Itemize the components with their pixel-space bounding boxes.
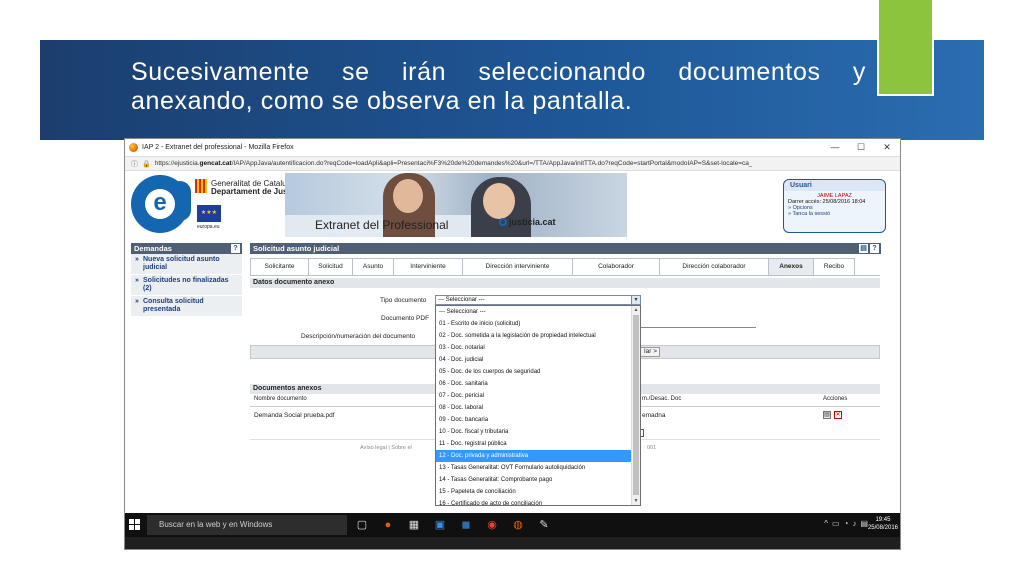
scroll-down-icon[interactable]: ▼ [632, 498, 640, 504]
sidebar-item-nueva-solicitud[interactable]: Nueva solicitud asunto judicial [131, 254, 242, 275]
dropdown-option[interactable]: 12 - Doc. privada y administrativa [436, 450, 632, 462]
section-datos-documento: Datos documento anexo [250, 278, 880, 288]
tab-direccion-interviniente[interactable]: Dirección interviniente [462, 258, 573, 275]
footer-links[interactable]: Avíso legal | Sobre el [360, 445, 412, 451]
taskbar-clock[interactable]: 19:45 25/08/2016 [868, 516, 898, 532]
dropdown-option[interactable]: 11 - Doc. registral pública [436, 438, 632, 450]
main-title: Solicitud asunto judicial ▤? [250, 243, 881, 254]
tab-direccion-colaborador[interactable]: Dirección colaborador [659, 258, 769, 275]
column-header-nombre: Nombre documento [254, 396, 307, 402]
dropdown-option[interactable]: 14 - Tasas Generalitat: Comprobante pago [436, 474, 632, 486]
eu-flag-icon: ★★★ [197, 205, 221, 222]
descripcion-input[interactable] [640, 327, 756, 328]
paint-icon[interactable]: ✎ [537, 518, 551, 532]
logout-link[interactable]: » Tanca la sessió [784, 211, 885, 217]
catalonia-flag-icon [195, 179, 207, 193]
eu-label: europa.eu [197, 224, 220, 230]
scroll-up-icon[interactable]: ▲ [632, 307, 640, 313]
column-header-acciones: Acciones [823, 396, 848, 402]
browser-window: IAP 2 - Extranet del professional - Mozi… [124, 138, 901, 550]
row-nombre: Demanda Social prueba.pdf [254, 412, 335, 419]
mail-icon[interactable]: ▣ [433, 518, 447, 532]
window-title: IAP 2 - Extranet del professional - Mozi… [142, 144, 294, 151]
windows-start-button[interactable] [129, 519, 141, 531]
tab-solicitante[interactable]: Solicitante [250, 258, 309, 275]
green-accent-bar [877, 0, 934, 96]
chrome-icon[interactable]: ◉ [485, 518, 499, 532]
footer-code: 001 [647, 445, 657, 451]
taskbar-search[interactable]: Buscar en la web y en Windows [147, 515, 347, 535]
main-panel: Solicitud asunto judicial ▤? Solicitante… [250, 243, 881, 451]
firefox-active-icon[interactable]: ◍ [511, 518, 525, 532]
dropdown-scrollbar[interactable]: ▲ ▼ [631, 306, 640, 505]
tab-recibo[interactable]: Recibo [813, 258, 855, 275]
tipo-documento-label: Tipo documento [380, 297, 427, 304]
dropdown-option[interactable]: 03 - Doc. notarial [436, 342, 632, 354]
dropdown-option[interactable]: 15 - Papeleta de conciliación [436, 486, 632, 498]
hero-text: Extranet del Professional [315, 218, 449, 232]
dropdown-option[interactable]: 06 - Doc. sanitaria [436, 378, 632, 390]
sidebar-item-consulta-solicitud[interactable]: Consulta solicitud presentada [131, 296, 242, 317]
maximize-button[interactable]: ☐ [848, 142, 874, 153]
user-box: Usuari JAIME LAPAZ Darrer accés: 25/08/2… [783, 179, 886, 233]
url-text[interactable]: https://ejusticia.gencat.cat/IAP/AppJava… [155, 160, 753, 167]
tipo-documento-select[interactable]: --- Seleccionar --- ▾ [435, 295, 641, 305]
task-view-icon[interactable]: ▢ [355, 518, 369, 532]
row-desc: emadna [642, 412, 666, 419]
descripcion-label: Descripción/numeración del documento [301, 333, 416, 340]
dropdown-option[interactable]: 04 - Doc. judicial [436, 354, 632, 366]
delete-icon[interactable]: ✕ [834, 411, 842, 419]
logo-nine-shape [169, 181, 191, 221]
dropdown-option[interactable]: 07 - Doc. pericial [436, 390, 632, 402]
tab-colaborador[interactable]: Colaborador [572, 258, 660, 275]
minimize-button[interactable]: — [822, 142, 848, 153]
dropdown-option[interactable]: 01 - Escrito de inicio (solicitud) [436, 318, 632, 330]
info-icon[interactable]: ⓘ [131, 159, 138, 169]
close-button[interactable]: ✕ [874, 142, 900, 153]
sidebar-title: Demandas? [131, 243, 242, 254]
store-icon[interactable]: ▦ [407, 518, 421, 532]
tab-asunto[interactable]: Asunto [352, 258, 394, 275]
slide-title: Sucesivamente se irán seleccionando docu… [131, 58, 866, 115]
dropdown-option[interactable]: 05 - Doc. de los cuerpos de seguridad [436, 366, 632, 378]
url-bar[interactable]: ⓘ 🔒 https://ejusticia.gencat.cat/IAP/App… [125, 156, 900, 171]
chevron-down-icon[interactable]: ▾ [631, 296, 640, 304]
tab-bar: Solicitante Solicitud Asunto Intervinien… [250, 258, 855, 275]
view-icon[interactable]: ▤ [823, 411, 831, 419]
justicia-logo: justicia.cat [499, 217, 556, 227]
dropdown-option[interactable]: 13 - Tasas Generalitat: OVT Formulario a… [436, 462, 632, 474]
outlook-icon[interactable]: ◼ [459, 518, 473, 532]
tab-anexos[interactable]: Anexos [768, 258, 814, 275]
firefox-taskbar-icon[interactable]: ● [381, 518, 395, 532]
firefox-icon [129, 143, 138, 152]
user-box-title: Usuari [784, 180, 885, 191]
tab-solicitud[interactable]: Solicitud [308, 258, 353, 275]
column-header-desc: m./Desac. Doc [642, 396, 682, 402]
windows-taskbar: Buscar en la web y en Windows ▢ ● ▦ ▣ ◼ … [125, 513, 900, 549]
print-icon[interactable]: ▤ [859, 244, 868, 253]
slide: Sucesivamente se irán seleccionando docu… [0, 0, 1024, 576]
window-titlebar: IAP 2 - Extranet del professional - Mozi… [125, 139, 900, 156]
lock-icon[interactable]: 🔒 [142, 160, 151, 168]
documento-pdf-label: Documento PDF [381, 315, 430, 322]
sidebar: Demandas? Nueva solicitud asunto judicia… [131, 243, 242, 317]
dropdown-option[interactable]: 09 - Doc. bancaria [436, 414, 632, 426]
dropdown-option[interactable]: 16 - Certificado de acto de conciliación [436, 498, 632, 505]
help-icon[interactable]: ? [870, 244, 879, 253]
help-icon[interactable]: ? [231, 244, 240, 253]
sidebar-item-solicitudes-no-finalizadas[interactable]: Solicitudes no finalizadas (2) [131, 275, 242, 296]
dropdown-option[interactable]: 02 - Doc. sometida a la legislación de p… [436, 330, 632, 342]
tab-interviniente[interactable]: Interviniente [393, 258, 463, 275]
dropdown-option[interactable]: 08 - Doc. laboral [436, 402, 632, 414]
dropdown-option[interactable]: --- Seleccionar --- [436, 306, 632, 318]
system-tray[interactable]: ^ ▭ ◔ ♪ ▤ [824, 519, 868, 528]
tipo-documento-dropdown[interactable]: --- Seleccionar --- 01 - Escrito de inici… [435, 305, 641, 506]
site-header: e Generalitat de Catalunya Departament d… [125, 173, 900, 239]
dropdown-option[interactable]: 10 - Doc. fiscal y tributaria [436, 426, 632, 438]
